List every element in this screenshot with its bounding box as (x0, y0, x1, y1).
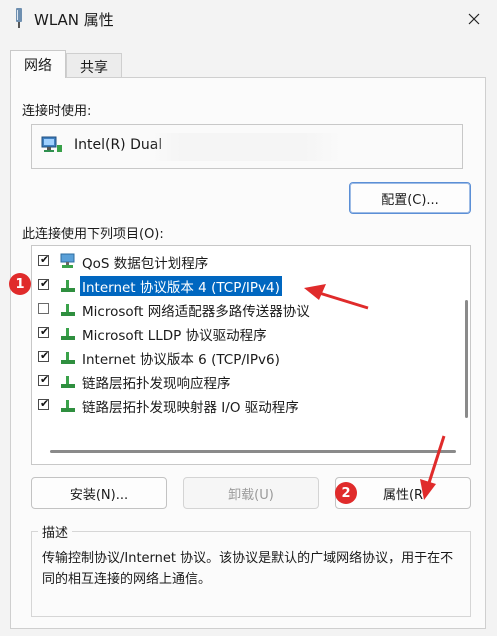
list-item-ipv6[interactable]: ✔ Internet 协议版本 6 (TCP/IPv6) (32, 345, 452, 369)
annotation-badge-1: 1 (9, 273, 31, 295)
description-text: 传输控制协议/Internet 协议。该协议是默认的广域网络协议，用于在不同的相… (42, 551, 454, 587)
item-checkbox-6[interactable]: ✔ (38, 397, 49, 410)
list-item-multiplexor[interactable]: Microsoft 网络适配器多路传送器协议 (32, 297, 452, 321)
title-bar: WLAN 属性 (0, 0, 497, 38)
item-label: QoS 数据包计划程序 (82, 256, 209, 272)
network-protocol-icon (61, 376, 75, 388)
adapter-name: Intel(R) Dual (74, 137, 163, 153)
list-item-lltd-responder[interactable]: ✔ 链路层拓扑发现响应程序 (32, 369, 452, 393)
uninstall-button[interactable]: 卸载(U) (183, 477, 319, 509)
item-checkbox-4[interactable]: ✔ (38, 349, 49, 362)
network-adapter-icon (41, 136, 62, 152)
window-title: WLAN 属性 (34, 11, 114, 29)
vertical-scrollbar-thumb[interactable] (465, 300, 468, 418)
item-label: Microsoft 网络适配器多路传送器协议 (82, 304, 310, 320)
item-checkbox-0[interactable]: ✔ (38, 253, 49, 266)
item-checkbox-5[interactable]: ✔ (38, 373, 49, 386)
horizontal-scrollbar-thumb[interactable] (50, 450, 456, 453)
item-label: 链路层拓扑发现响应程序 (82, 376, 231, 392)
tab-network[interactable]: 网络 (10, 50, 66, 78)
network-protocol-icon (61, 304, 75, 316)
network-protocol-icon (61, 400, 75, 412)
tab-sharing[interactable]: 共享 (66, 53, 122, 80)
close-button[interactable] (451, 0, 497, 38)
item-checkbox-1[interactable]: ✔ (38, 277, 49, 290)
network-tab-panel: 连接时使用: Intel(R) Dual 配置(C)... 此连接使用下列项目(… (10, 77, 486, 629)
description-legend: 描述 (38, 522, 73, 541)
items-label: 此连接使用下列项目(O): (22, 227, 164, 242)
item-label-selected: Internet 协议版本 4 (TCP/IPv4) (80, 276, 282, 296)
item-checkbox-2[interactable] (38, 303, 49, 314)
network-protocol-icon (61, 328, 75, 340)
qos-scheduler-icon (60, 253, 75, 268)
item-label: Internet 协议版本 6 (TCP/IPv6) (82, 352, 280, 368)
configure-button[interactable]: 配置(C)... (349, 182, 471, 214)
description-group: 描述 传输控制协议/Internet 协议。该协议是默认的广域网络协议，用于在不… (31, 522, 471, 617)
item-label: Microsoft LLDP 协议驱动程序 (82, 328, 267, 344)
annotation-badge-2: 2 (335, 482, 357, 504)
items-listbox[interactable]: ✔ QoS 数据包计划程序 ✔ Internet 协议版本 4 (TCP/IPv… (31, 245, 471, 465)
list-item-qos[interactable]: ✔ QoS 数据包计划程序 (32, 249, 452, 273)
adapter-box: Intel(R) Dual (31, 124, 463, 169)
item-checkbox-3[interactable]: ✔ (38, 325, 49, 338)
list-item-lldp[interactable]: ✔ Microsoft LLDP 协议驱动程序 (32, 321, 452, 345)
close-icon (468, 13, 480, 25)
list-item-ipv4[interactable]: ✔ Internet 协议版本 4 (TCP/IPv4) (32, 273, 452, 297)
wlan-adapter-icon (16, 8, 22, 28)
network-protocol-icon (61, 280, 75, 292)
list-item-lltd-mapper[interactable]: ✔ 链路层拓扑发现映射器 I/O 驱动程序 (32, 393, 452, 417)
network-protocol-icon (61, 352, 75, 364)
connect-using-label: 连接时使用: (22, 104, 92, 119)
item-label: 链路层拓扑发现映射器 I/O 驱动程序 (82, 400, 299, 416)
redacted-region (152, 133, 342, 161)
install-button[interactable]: 安装(N)... (31, 477, 167, 509)
